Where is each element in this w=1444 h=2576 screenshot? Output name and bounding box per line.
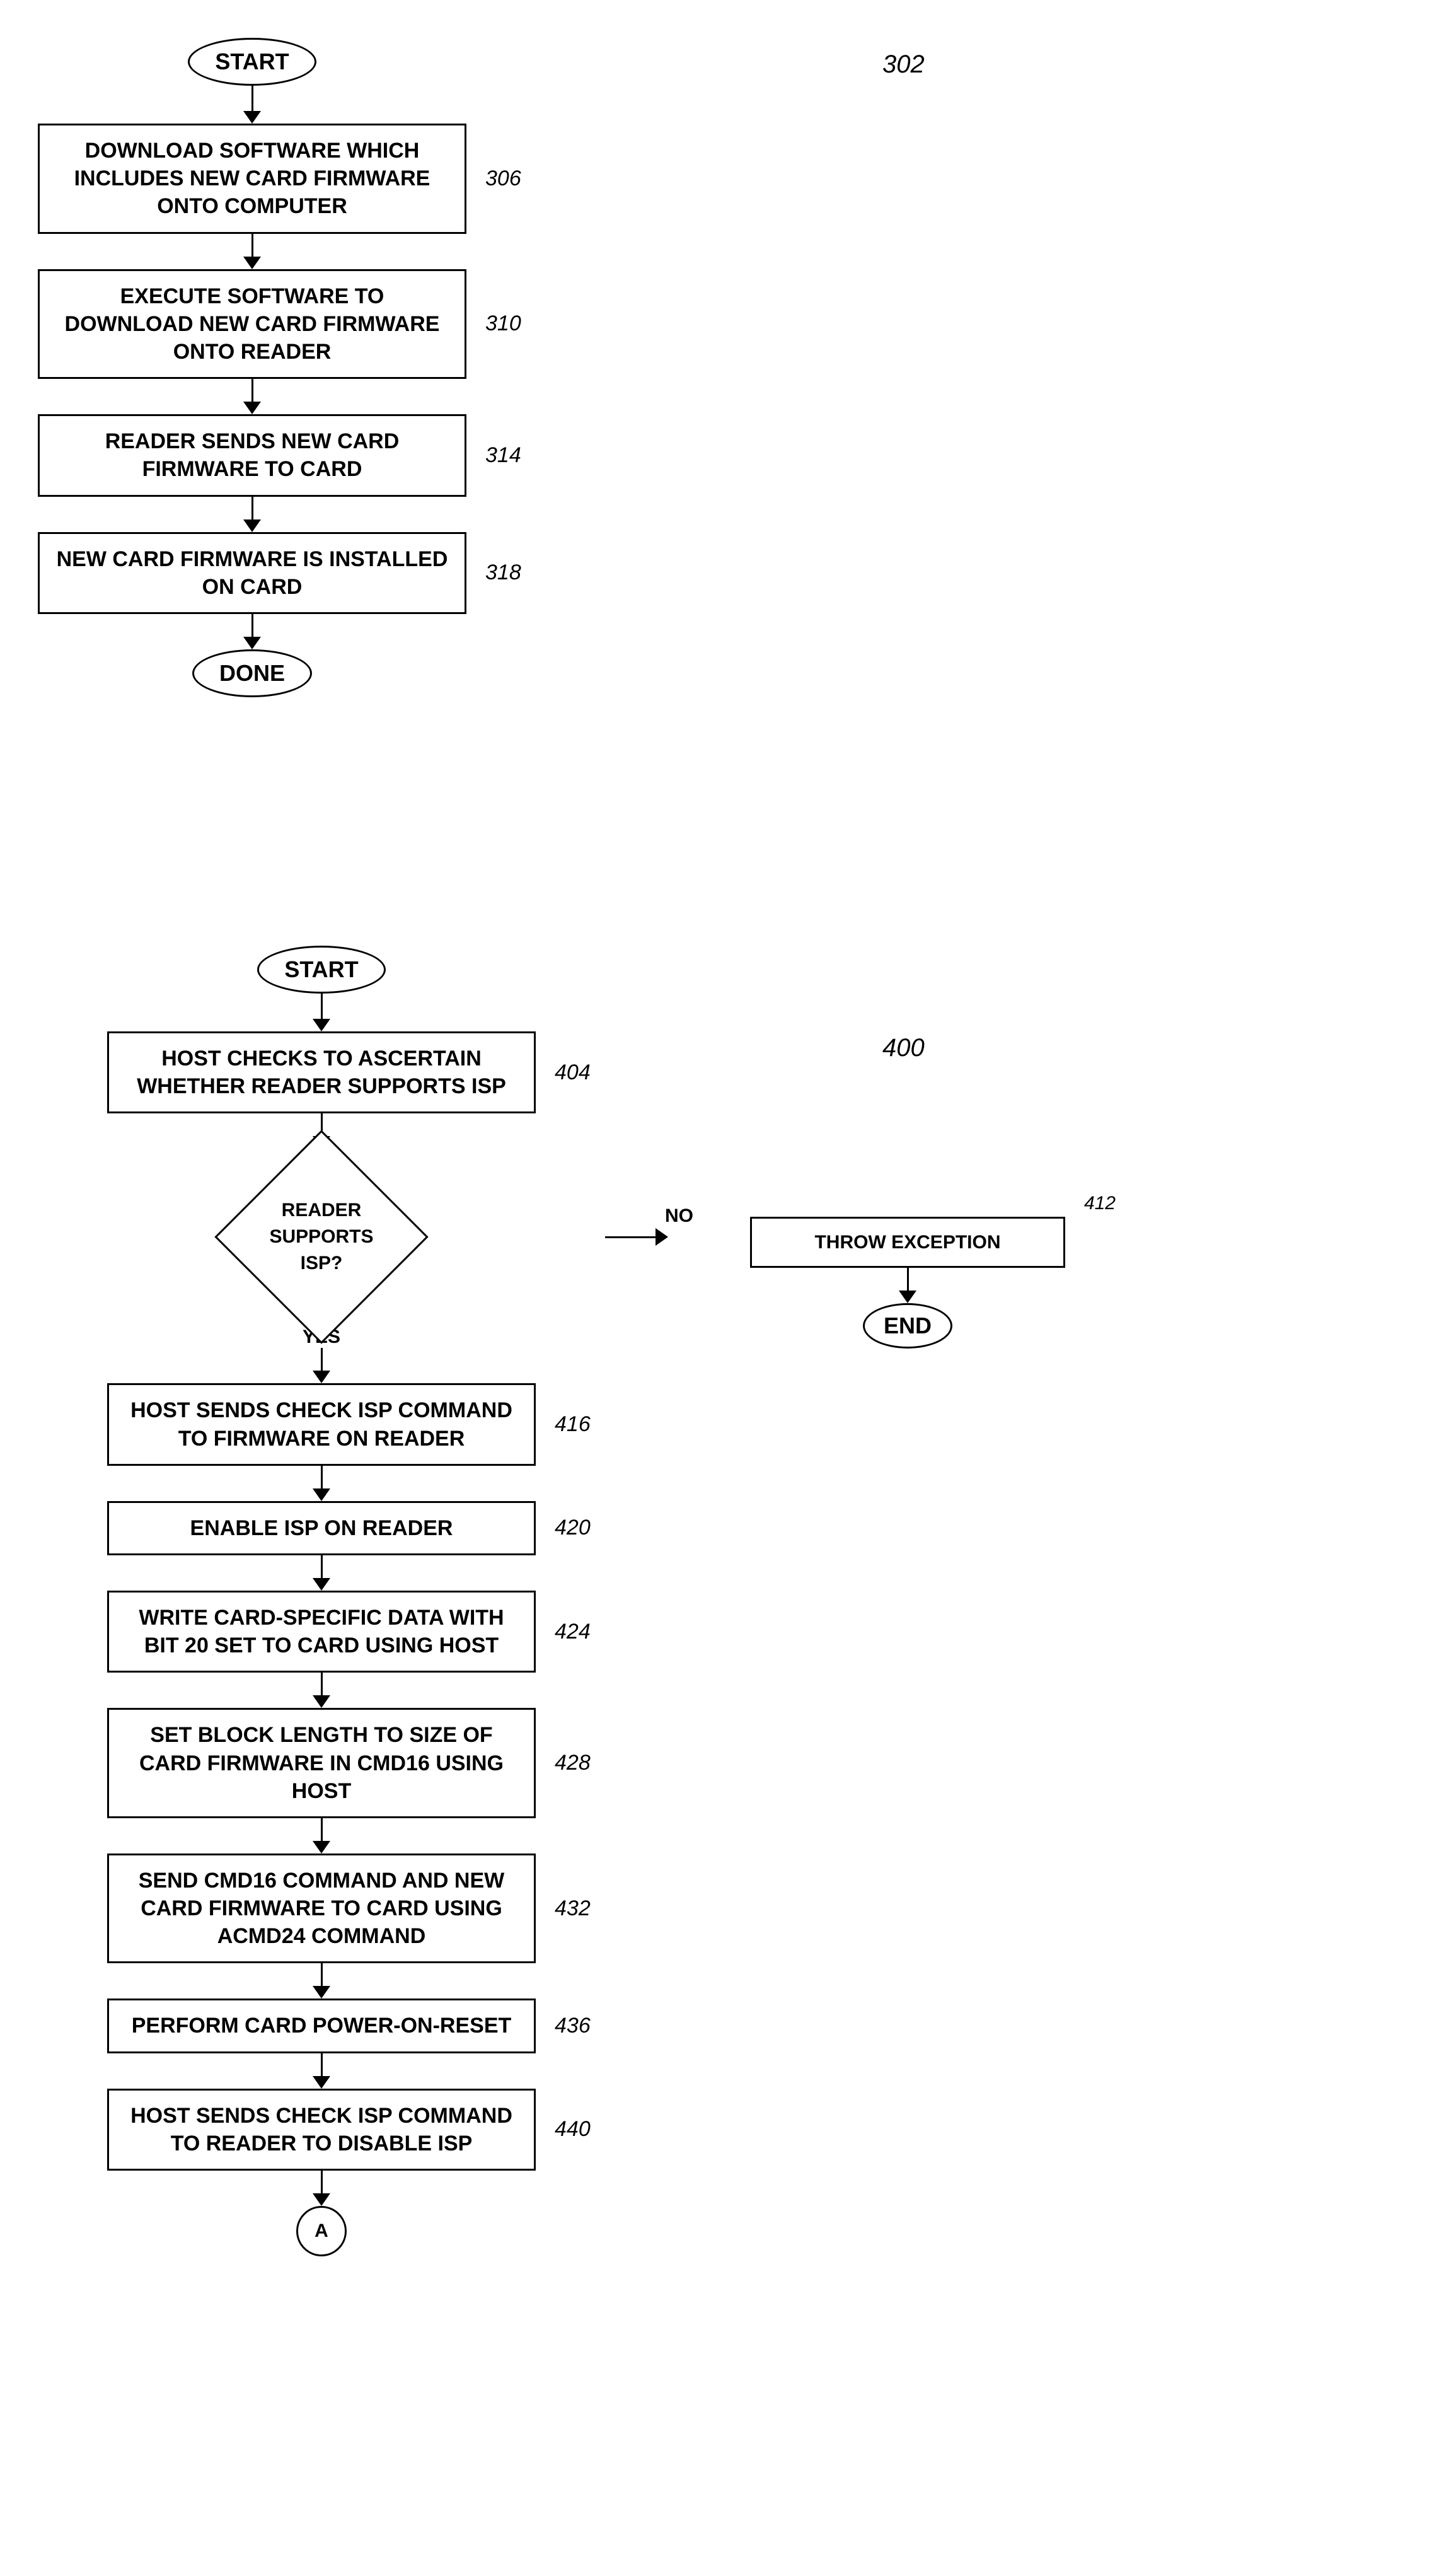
note-318: 318 <box>485 560 521 585</box>
start-oval-2: START <box>257 946 385 994</box>
ah13 <box>313 1986 330 1999</box>
row-420: ENABLE ISP ON READER 420 <box>107 1501 536 1555</box>
ah-throw <box>899 1291 916 1303</box>
ah11 <box>313 1695 330 1708</box>
no-label: NO <box>665 1205 693 1227</box>
diagram-container: 302 START DOWNLOAD SOFTWARE WHICH INCLUD… <box>0 0 1444 2576</box>
v2 <box>251 379 253 402</box>
v10 <box>321 1673 323 1695</box>
ah5 <box>243 637 261 649</box>
rect-432: SEND CMD16 COMMAND AND NEW CARD FIRMWARE… <box>107 1854 536 1964</box>
v7 <box>321 1348 323 1371</box>
row-440: HOST SENDS CHECK ISP COMMAND TO READER T… <box>107 2089 536 2171</box>
ah2 <box>243 257 261 269</box>
row-436: PERFORM CARD POWER-ON-RESET 436 <box>107 1999 536 2053</box>
rect-314: READER SENDS NEW CARD FIRMWARE TO CARD <box>38 414 466 496</box>
row-404: HOST CHECKS TO ASCERTAIN WHETHER READER … <box>107 1031 536 1113</box>
note-436: 436 <box>555 2014 591 2038</box>
start-oval-1: START <box>188 38 316 86</box>
v12 <box>321 1963 323 1986</box>
no-hline <box>605 1236 656 1238</box>
note-412: 412 <box>1084 1193 1116 1214</box>
note-314: 314 <box>485 443 521 468</box>
rect-404: HOST CHECKS TO ASCERTAIN WHETHER READER … <box>107 1031 536 1113</box>
diamond-label-408: READER SUPPORTS ISP? <box>258 1197 384 1277</box>
arrowhead-1 <box>243 111 261 124</box>
note-400: 400 <box>882 1034 925 1062</box>
ah15 <box>313 2193 330 2206</box>
note-440: 440 <box>555 2117 591 2142</box>
rect-412: THROW EXCEPTION <box>750 1217 1065 1268</box>
row-310: EXECUTE SOFTWARE TO DOWNLOAD NEW CARD FI… <box>38 269 466 380</box>
row-424: WRITE CARD-SPECIFIC DATA WITH BIT 20 SET… <box>107 1591 536 1673</box>
section2: START HOST CHECKS TO ASCERTAIN WHETHER R… <box>38 946 605 2256</box>
row-428: SET BLOCK LENGTH TO SIZE OF CARD FIRMWAR… <box>107 1708 536 1818</box>
v-throw <box>907 1268 909 1291</box>
note-420: 420 <box>555 1516 591 1540</box>
note-302: 302 <box>882 50 925 79</box>
v14 <box>321 2171 323 2193</box>
ah12 <box>313 1841 330 1854</box>
rect-424: WRITE CARD-SPECIFIC DATA WITH BIT 20 SET… <box>107 1591 536 1673</box>
done-oval: DONE <box>192 649 312 697</box>
ah4 <box>243 519 261 532</box>
v11 <box>321 1818 323 1841</box>
ah14 <box>313 2076 330 2089</box>
v1 <box>251 234 253 257</box>
v9 <box>321 1555 323 1578</box>
rect-436: PERFORM CARD POWER-ON-RESET <box>107 1999 536 2053</box>
v13 <box>321 2053 323 2076</box>
rect-420: ENABLE ISP ON READER <box>107 1501 536 1555</box>
diamond-408: READER SUPPORTS ISP? NO <box>208 1149 435 1325</box>
note-404: 404 <box>555 1060 591 1085</box>
rect-306: DOWNLOAD SOFTWARE WHICH INCLUDES NEW CAR… <box>38 124 466 234</box>
note-428: 428 <box>555 1751 591 1775</box>
rect-318: NEW CARD FIRMWARE IS INSTALLED ON CARD <box>38 532 466 614</box>
rect-440: HOST SENDS CHECK ISP COMMAND TO READER T… <box>107 2089 536 2171</box>
no-arrow <box>656 1228 668 1246</box>
terminal-a: A <box>296 2206 347 2256</box>
arrow-line-1 <box>251 86 253 111</box>
v4 <box>251 614 253 637</box>
ah9 <box>313 1488 330 1501</box>
ah8 <box>313 1371 330 1383</box>
note-306: 306 <box>485 166 521 191</box>
note-310: 310 <box>485 311 521 336</box>
row-306: DOWNLOAD SOFTWARE WHICH INCLUDES NEW CAR… <box>38 124 466 234</box>
diamond-section: 408 READER SUPPORTS ISP? NO YES 412 THRO… <box>38 1149 605 1348</box>
row-432: SEND CMD16 COMMAND AND NEW CARD FIRMWARE… <box>107 1854 536 1964</box>
rect-310: EXECUTE SOFTWARE TO DOWNLOAD NEW CARD FI… <box>38 269 466 380</box>
rect-416: HOST SENDS CHECK ISP COMMAND TO FIRMWARE… <box>107 1383 536 1465</box>
row-318: NEW CARD FIRMWARE IS INSTALLED ON CARD 3… <box>38 532 466 614</box>
row-416: HOST SENDS CHECK ISP COMMAND TO FIRMWARE… <box>107 1383 536 1465</box>
ah10 <box>313 1578 330 1591</box>
note-424: 424 <box>555 1620 591 1644</box>
rect-428: SET BLOCK LENGTH TO SIZE OF CARD FIRMWAR… <box>107 1708 536 1818</box>
end-oval: END <box>863 1303 952 1349</box>
no-branch <box>605 1228 668 1246</box>
row-314: READER SENDS NEW CARD FIRMWARE TO CARD 3… <box>38 414 466 496</box>
v8 <box>321 1466 323 1488</box>
throw-exception-branch: 412 THROW EXCEPTION END <box>750 1193 1065 1349</box>
note-432: 432 <box>555 1896 591 1921</box>
ah3 <box>243 402 261 414</box>
ah6 <box>313 1019 330 1031</box>
v5 <box>321 994 323 1019</box>
section1: START DOWNLOAD SOFTWARE WHICH INCLUDES N… <box>38 38 466 697</box>
v3 <box>251 497 253 519</box>
note-416: 416 <box>555 1412 591 1437</box>
